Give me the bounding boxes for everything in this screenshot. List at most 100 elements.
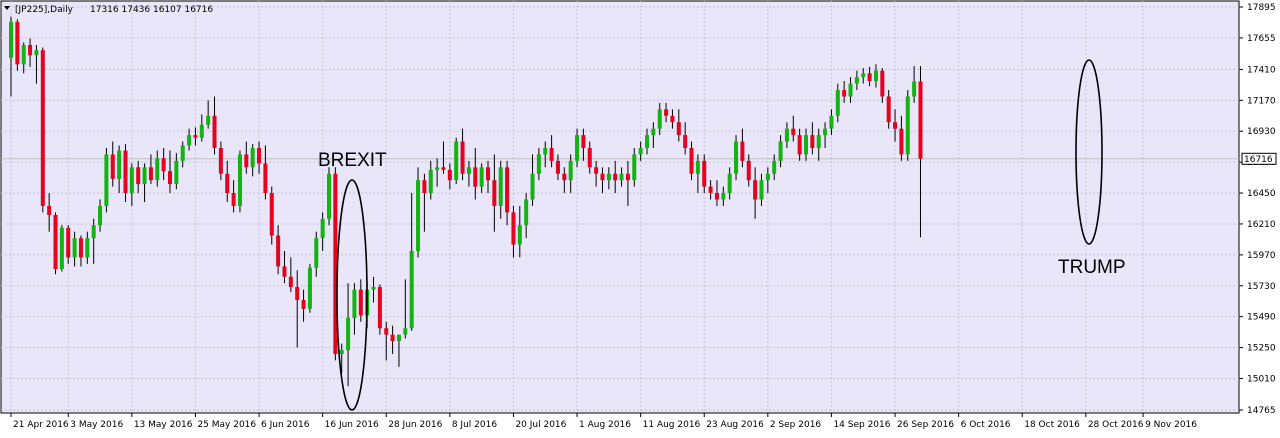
candle-body [689,147,694,174]
candle-body [581,135,586,148]
candle-body [104,154,109,206]
y-tick-label: 17170 [1247,96,1276,106]
brexit-annotation: BREXIT [318,150,387,171]
candle-body [797,135,802,155]
candle-body [511,212,516,245]
candle-body [912,81,917,97]
candle-body [918,81,923,159]
candle-body [276,235,281,267]
candlestick-chart: BREXIT TRUMP 17895 17655 17410 17170 16930 16… [0,0,1277,430]
candle-body [47,205,52,215]
candle-body [791,128,796,136]
candle-body [587,147,592,168]
y-tick-label: 17655 [1247,34,1276,44]
candle-body [168,171,172,185]
candle [416,167,421,258]
candle-body [206,115,211,125]
candle-body [606,173,611,181]
candle-body [619,173,624,181]
candle-body [384,328,389,335]
candle-body [409,250,414,329]
y-tick-label: 15970 [1247,251,1276,261]
x-tick-label: 18 Oct 2016 [1024,420,1080,430]
x-tick-label: 28 Jun 2016 [388,420,442,430]
candle-body [536,154,541,174]
candle-body [530,173,535,200]
candle-body [59,227,64,270]
candle [40,47,45,213]
candle-body [460,141,465,174]
candle-body [473,167,478,187]
candle-body [288,276,293,288]
x-tick-label: 28 Oct 2016 [1088,420,1144,430]
chart-window: BREXIT TRUMP 17895 17655 17410 17170 16930 16… [0,0,1280,434]
candle-body [823,128,828,136]
x-tick-label: 16 Jun 2016 [325,420,379,430]
candle [59,225,64,272]
candle [377,284,382,335]
y-tick-label: 17895 [1247,3,1276,13]
y-tick-label: 16210 [1247,220,1276,230]
candle-body [759,180,764,200]
candle-body [28,44,33,56]
candle-body [257,147,262,164]
y-tick-label: 15490 [1247,313,1276,323]
candle-body [899,128,904,155]
candle-body [129,167,134,194]
candle-body [269,193,274,236]
candle-body [15,21,20,65]
candle-body [9,21,13,58]
candle-body [34,50,39,56]
candle-body [816,135,821,148]
candle-body [320,218,325,239]
candle-body [575,135,580,161]
candle-body [377,287,382,329]
candle-body [810,135,815,148]
candle-body [670,115,675,123]
candle-body [524,199,529,226]
candle-body [505,167,510,213]
candle [905,90,910,161]
x-tick-label: 11 Aug 2016 [643,420,701,430]
candle-body [804,135,808,155]
candle-body [282,266,287,277]
candle-body [772,160,777,174]
candle-body [454,141,459,181]
candle-body [78,238,83,258]
candle-body [498,167,503,206]
candle-body [174,160,179,185]
candle-body [466,167,471,174]
candle-body [784,128,789,142]
candle-body [486,167,490,181]
candle-body [110,154,115,179]
candle-body [422,180,427,194]
candle-body [180,145,185,161]
candle-body [123,150,128,194]
x-tick-label: 21 Apr 2016 [13,420,69,430]
x-tick-label: 9 Nov 2016 [1145,420,1197,430]
candle-body [842,90,847,97]
y-tick-label: 17410 [1247,65,1276,75]
candle-body [765,173,770,181]
candle-body [867,73,872,82]
candle-body [117,150,122,179]
x-tick-label: 8 Jul 2016 [452,420,497,430]
candle [734,135,739,181]
candle-body [905,96,910,155]
candle-body [600,173,605,181]
candle-body [657,109,662,129]
candle-body [314,238,319,268]
candle-body [886,96,891,123]
x-tick-label: 1 Aug 2016 [579,420,631,430]
candle-body [66,227,71,258]
candle-body [746,160,751,181]
candle-body [676,122,681,136]
candle-body [753,180,758,200]
y-tick-label: 16930 [1247,127,1276,137]
candle-body [136,167,141,185]
candle-body [193,135,198,138]
x-tick-label: 14 Sep 2016 [833,420,890,430]
candle-body [428,169,433,194]
x-tick-label: 6 Oct 2016 [961,420,1011,430]
candle-body [683,135,688,148]
